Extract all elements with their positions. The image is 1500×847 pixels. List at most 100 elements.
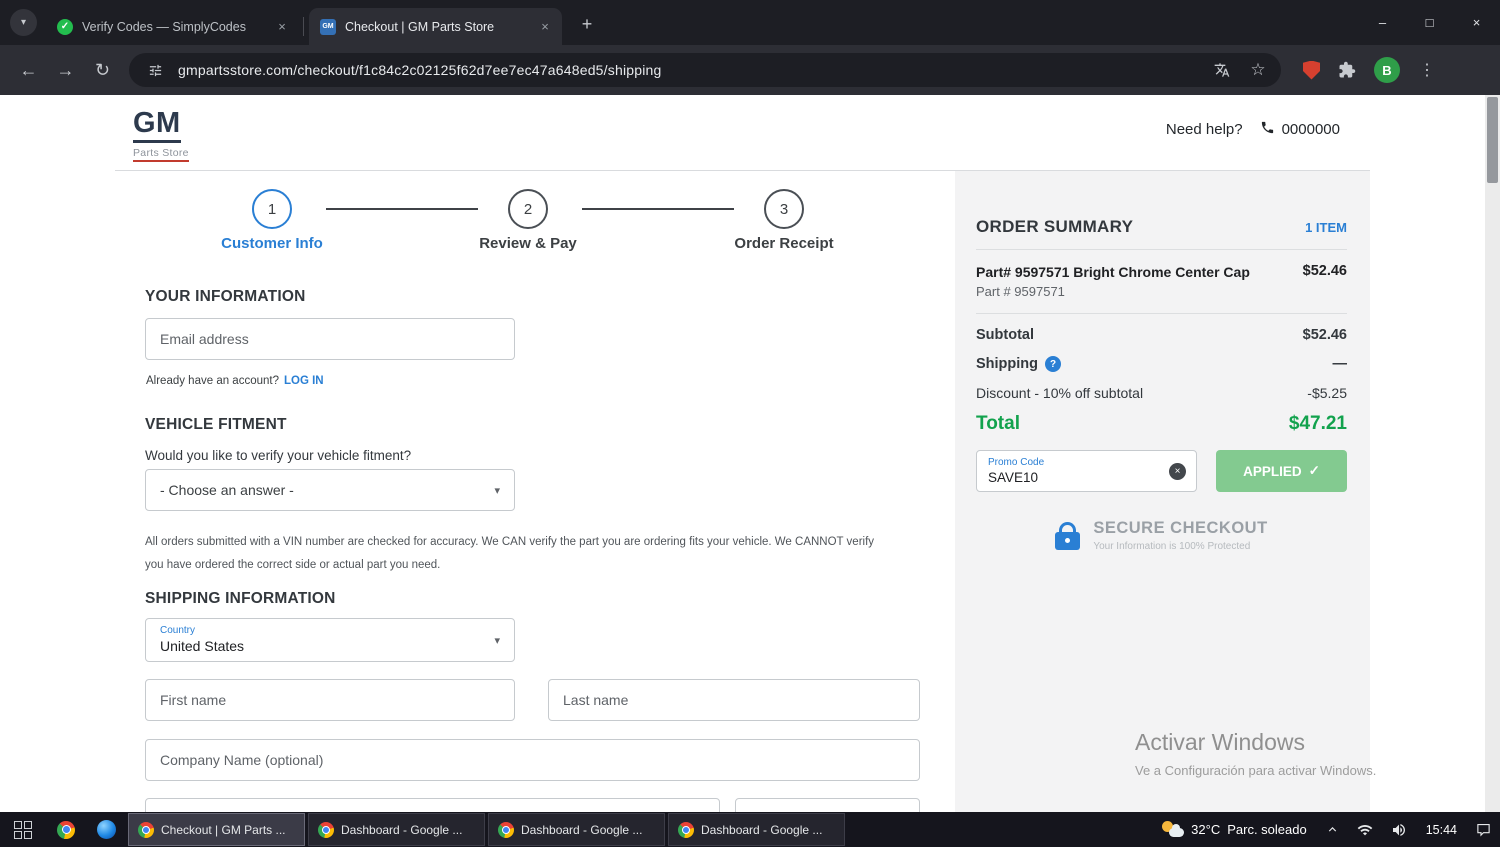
tab-simplycodes[interactable]: ✓ Verify Codes — SimplyCodes × <box>46 8 299 45</box>
taskbar-window-label: Dashboard - Google ... <box>521 822 643 837</box>
extensions-puzzle-icon[interactable] <box>1334 57 1360 83</box>
start-button[interactable] <box>0 812 46 847</box>
forward-button[interactable]: → <box>47 52 84 88</box>
promo-code-value: SAVE10 <box>988 470 1039 486</box>
back-button[interactable]: ← <box>10 52 47 88</box>
shipping-help-icon[interactable]: ? <box>1045 356 1062 373</box>
applied-label: APPLIED <box>1243 463 1302 479</box>
tab-separator <box>303 17 304 36</box>
need-help-area: Need help? 0000000 <box>1166 120 1340 139</box>
close-tab-icon[interactable]: × <box>274 19 290 34</box>
country-value: United States <box>160 637 245 654</box>
scrollbar-thumb[interactable] <box>1487 97 1498 183</box>
promo-applied-button[interactable]: APPLIED ✓ <box>1216 450 1347 493</box>
step-connector <box>582 208 734 210</box>
summary-divider <box>976 313 1347 315</box>
temperature: 32°C <box>1191 822 1221 837</box>
url-text[interactable]: gmpartsstore.com/checkout/f1c84c2c02125f… <box>178 62 1199 78</box>
volume-icon[interactable] <box>1382 812 1416 847</box>
step-1-label[interactable]: Customer Info <box>221 235 323 252</box>
phone-link[interactable]: 0000000 <box>1260 120 1340 139</box>
navbar-extensions-area: B ⋮ <box>1303 57 1440 83</box>
lock-icon <box>1055 521 1081 550</box>
watermark-line1: Activar Windows <box>1135 729 1305 755</box>
promo-clear-icon[interactable]: × <box>1169 463 1186 481</box>
gm-parts-store-logo[interactable]: GM Parts Store <box>133 109 189 162</box>
fitment-question: Would you like to verify your vehicle fi… <box>145 448 412 463</box>
step-1-circle[interactable]: 1 <box>252 189 292 229</box>
your-information-title: YOUR INFORMATION <box>145 288 306 305</box>
discount-label: Discount - 10% off subtotal <box>976 385 1144 402</box>
need-help-label: Need help? <box>1165 121 1243 138</box>
windows-activation-watermark: Activar Windows Ve a Configuración para … <box>1135 729 1376 778</box>
taskbar-browser-icon[interactable] <box>86 812 126 847</box>
shipping-row: Shipping ? — <box>976 356 1347 373</box>
maximize-button[interactable]: □ <box>1406 0 1453 45</box>
window-controls: – □ × <box>1359 0 1500 45</box>
chrome-icon <box>57 820 75 839</box>
taskbar-window-label: Dashboard - Google ... <box>701 822 823 837</box>
clock[interactable]: 15:44 <box>1416 823 1467 837</box>
taskbar-chrome-icon[interactable] <box>46 812 86 847</box>
close-tab-icon[interactable]: × <box>537 19 553 34</box>
adblock-extension-icon[interactable] <box>1303 60 1320 80</box>
step-number: 2 <box>523 200 533 218</box>
network-icon[interactable] <box>1348 812 1382 847</box>
step-3-label[interactable]: Order Receipt <box>734 235 833 252</box>
discount-row: Discount - 10% off subtotal -$5.25 <box>976 385 1347 401</box>
product-name: Part# 9597571 Bright Chrome Center Cap <box>976 264 1250 280</box>
promo-row: Promo Code SAVE10 × APPLIED ✓ <box>976 450 1347 493</box>
taskbar-window-checkout[interactable]: Checkout | GM Parts ... <box>128 813 305 846</box>
step-2-label[interactable]: Review & Pay <box>479 235 577 252</box>
taskbar-window-dashboard-1[interactable]: Dashboard - Google ... <box>308 813 485 846</box>
company-name-field[interactable] <box>145 739 920 781</box>
profile-avatar[interactable]: B <box>1374 57 1400 83</box>
partial-input-left[interactable] <box>145 798 720 812</box>
first-name-field[interactable] <box>145 679 515 721</box>
country-select[interactable]: Country United States ▾ <box>145 618 515 662</box>
login-link[interactable]: LOG IN <box>284 375 324 387</box>
site-info-icon[interactable] <box>142 57 168 83</box>
step-connector <box>326 208 478 210</box>
url-bar[interactable]: gmpartsstore.com/checkout/f1c84c2c02125f… <box>129 53 1281 87</box>
browser-navbar: ← → ↻ gmpartsstore.com/checkout/f1c84c2c… <box>0 45 1500 95</box>
reload-button[interactable]: ↻ <box>84 52 121 88</box>
notifications-icon[interactable] <box>1467 812 1500 847</box>
tab-title: Verify Codes — SimplyCodes <box>82 19 246 34</box>
browser-menu-icon[interactable]: ⋮ <box>1414 60 1440 80</box>
taskbar-window-dashboard-2[interactable]: Dashboard - Google ... <box>488 813 665 846</box>
weather-text: Parc. soleado <box>1227 822 1307 837</box>
fitment-select[interactable]: - Choose an answer - ▾ <box>145 469 515 511</box>
taskbar-window-dashboard-3[interactable]: Dashboard - Google ... <box>668 813 845 846</box>
close-window-button[interactable]: × <box>1453 0 1500 45</box>
header-divider <box>115 170 1370 171</box>
total-value: $47.21 <box>1288 413 1347 435</box>
translate-icon[interactable] <box>1209 57 1235 83</box>
tab-checkout-active[interactable]: GM Checkout | GM Parts Store × <box>309 8 562 45</box>
order-summary-panel: ORDER SUMMARY 1 ITEM Part# 9597571 Brigh… <box>955 171 1370 812</box>
partial-input-right[interactable] <box>735 798 920 812</box>
tray-chevron-up-icon[interactable] <box>1317 812 1348 847</box>
page-scrollbar[interactable] <box>1485 95 1500 812</box>
step-2-circle[interactable]: 2 <box>508 189 548 229</box>
step-3-circle[interactable]: 3 <box>764 189 804 229</box>
product-price: $52.46 <box>1302 263 1347 279</box>
vehicle-fitment-title: VEHICLE FITMENT <box>145 416 287 433</box>
email-field[interactable] <box>145 318 515 360</box>
chevron-down-icon: ▾ <box>20 17 27 28</box>
discount-value: -$5.25 <box>1307 385 1347 402</box>
last-name-field[interactable] <box>548 679 920 721</box>
account-line: Already have an account? LOG IN <box>146 375 324 387</box>
item-count-badge: 1 ITEM <box>1305 220 1347 235</box>
weather-widget[interactable]: 32°C Parc. soleado <box>1151 812 1317 847</box>
tab-search-button[interactable]: ▾ <box>10 9 37 36</box>
bookmark-star-icon[interactable]: ☆ <box>1245 57 1271 83</box>
minimize-button[interactable]: – <box>1359 0 1406 45</box>
product-row: Part# 9597571 Bright Chrome Center Cap $… <box>976 263 1347 281</box>
country-label: Country <box>160 625 196 636</box>
promo-code-field[interactable]: Promo Code SAVE10 × <box>976 450 1197 493</box>
new-tab-button[interactable]: + <box>574 11 600 37</box>
step-number: 3 <box>779 200 789 218</box>
simplycodes-favicon: ✓ <box>57 18 73 35</box>
secure-checkout: SECURE CHECKOUT Your Information is 100%… <box>976 519 1347 552</box>
